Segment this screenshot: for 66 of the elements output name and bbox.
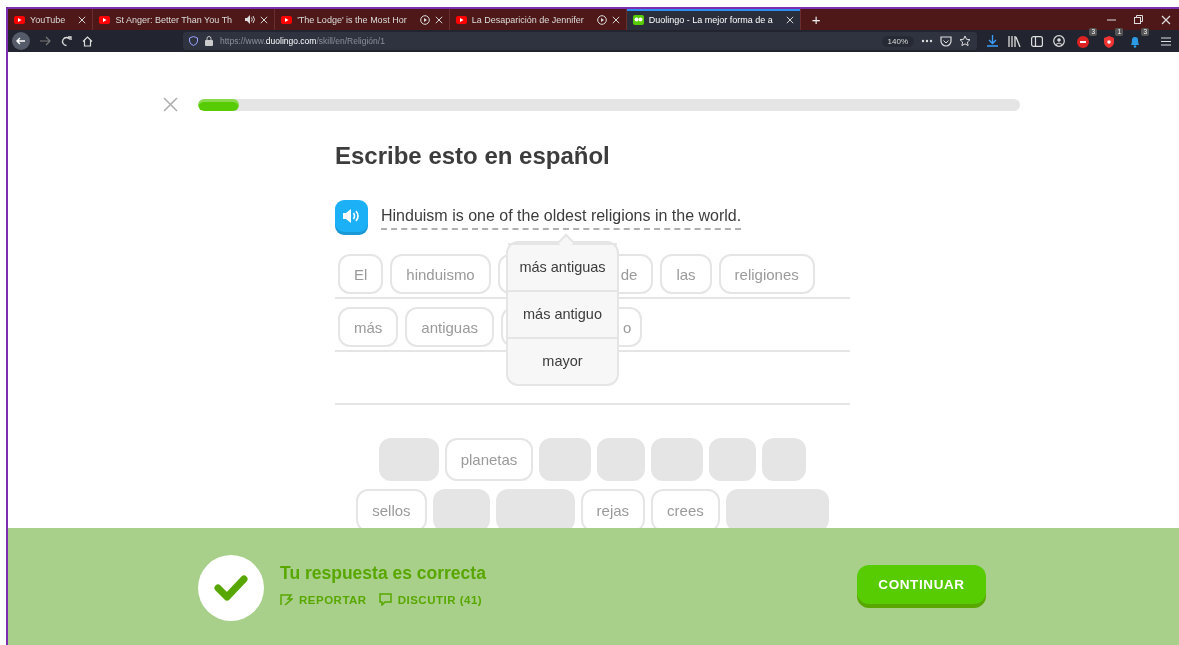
result-message: Tu respuesta es correcta: [280, 563, 487, 584]
word-tile[interactable]: religiones: [718, 254, 815, 294]
address-bar[interactable]: https://www.duolingo.com/skill/en/Religión/1 140%: [183, 32, 977, 50]
speaker-button[interactable]: [335, 200, 368, 232]
empty-tile-slot: [539, 438, 592, 481]
close-icon[interactable]: [260, 15, 269, 24]
prompt-sentence[interactable]: Hinduism is one of the oldest religions in the world.: [381, 207, 742, 225]
video-favicon-icon: [281, 15, 293, 24]
speaker-icon[interactable]: [245, 15, 256, 24]
close-icon[interactable]: [434, 15, 443, 24]
empty-tile-slot: [762, 438, 807, 481]
empty-tile-slot: [651, 438, 704, 481]
back-icon[interactable]: [12, 32, 30, 50]
close-icon[interactable]: [785, 15, 794, 24]
flag-icon: [280, 593, 293, 606]
forward-icon[interactable]: [40, 36, 51, 46]
new-tab-button[interactable]: +: [808, 12, 824, 27]
close-icon[interactable]: [78, 15, 87, 24]
word-tile[interactable]: sellos: [356, 489, 427, 528]
word-tile[interactable]: más: [338, 307, 399, 347]
library-icon[interactable]: [1008, 35, 1021, 47]
account-icon[interactable]: [1053, 35, 1065, 47]
ad-block-icon[interactable]: [1075, 33, 1091, 49]
sidebar-icon[interactable]: [1031, 35, 1043, 47]
word-tile[interactable]: El: [338, 254, 384, 294]
close-icon[interactable]: [1161, 14, 1171, 25]
home-icon[interactable]: [82, 35, 93, 47]
word-tile[interactable]: rejas: [580, 489, 646, 528]
empty-tile-slot: [432, 489, 490, 528]
hint-option: más antiguas: [508, 243, 617, 290]
word-tile[interactable]: crees: [651, 489, 720, 528]
word-tile[interactable]: planetas: [444, 438, 534, 481]
browser-tab[interactable]: Duolingo - La mejor forma de a: [626, 9, 801, 30]
zoom-level[interactable]: 140%: [881, 35, 914, 47]
discuss-link[interactable]: DISCUTIR (41): [378, 593, 483, 606]
download-icon[interactable]: [987, 35, 998, 47]
play-icon[interactable]: [596, 14, 607, 25]
word-tile[interactable]: antiguas: [405, 307, 495, 347]
restore-icon[interactable]: [1134, 15, 1143, 24]
close-icon[interactable]: [611, 15, 620, 24]
video-favicon-icon: [14, 15, 25, 24]
reload-icon[interactable]: [61, 35, 72, 47]
hint-option: más antiguo: [508, 290, 617, 337]
play-icon[interactable]: [419, 14, 430, 25]
chat-icon: [378, 593, 392, 606]
shield-icon[interactable]: [189, 36, 198, 46]
exercise-heading: Escribe esto en español: [335, 141, 611, 171]
checkmark-icon: [214, 574, 248, 601]
url-text[interactable]: https://www.duolingo.com/skill/en/Religión/1: [220, 36, 875, 46]
word-tile[interactable]: hinduismo: [390, 254, 491, 294]
owl-favicon-icon: [632, 14, 644, 25]
empty-tile-slot: [709, 438, 757, 481]
shield-icon[interactable]: [1101, 33, 1117, 49]
lock-icon: [205, 36, 213, 46]
pocket-icon[interactable]: [940, 35, 952, 47]
word-tile[interactable]: las: [660, 254, 712, 294]
star-icon[interactable]: [959, 35, 971, 47]
video-favicon-icon: [455, 15, 467, 24]
more-icon[interactable]: [921, 39, 933, 43]
report-link[interactable]: REPORTAR: [280, 593, 367, 606]
empty-tile-slot: [597, 438, 646, 481]
menu-icon[interactable]: [1161, 36, 1171, 46]
hint-option: mayor: [508, 337, 617, 384]
empty-tile-slot: [378, 438, 439, 481]
video-favicon-icon: [99, 15, 111, 24]
speaker-icon: [343, 209, 360, 223]
